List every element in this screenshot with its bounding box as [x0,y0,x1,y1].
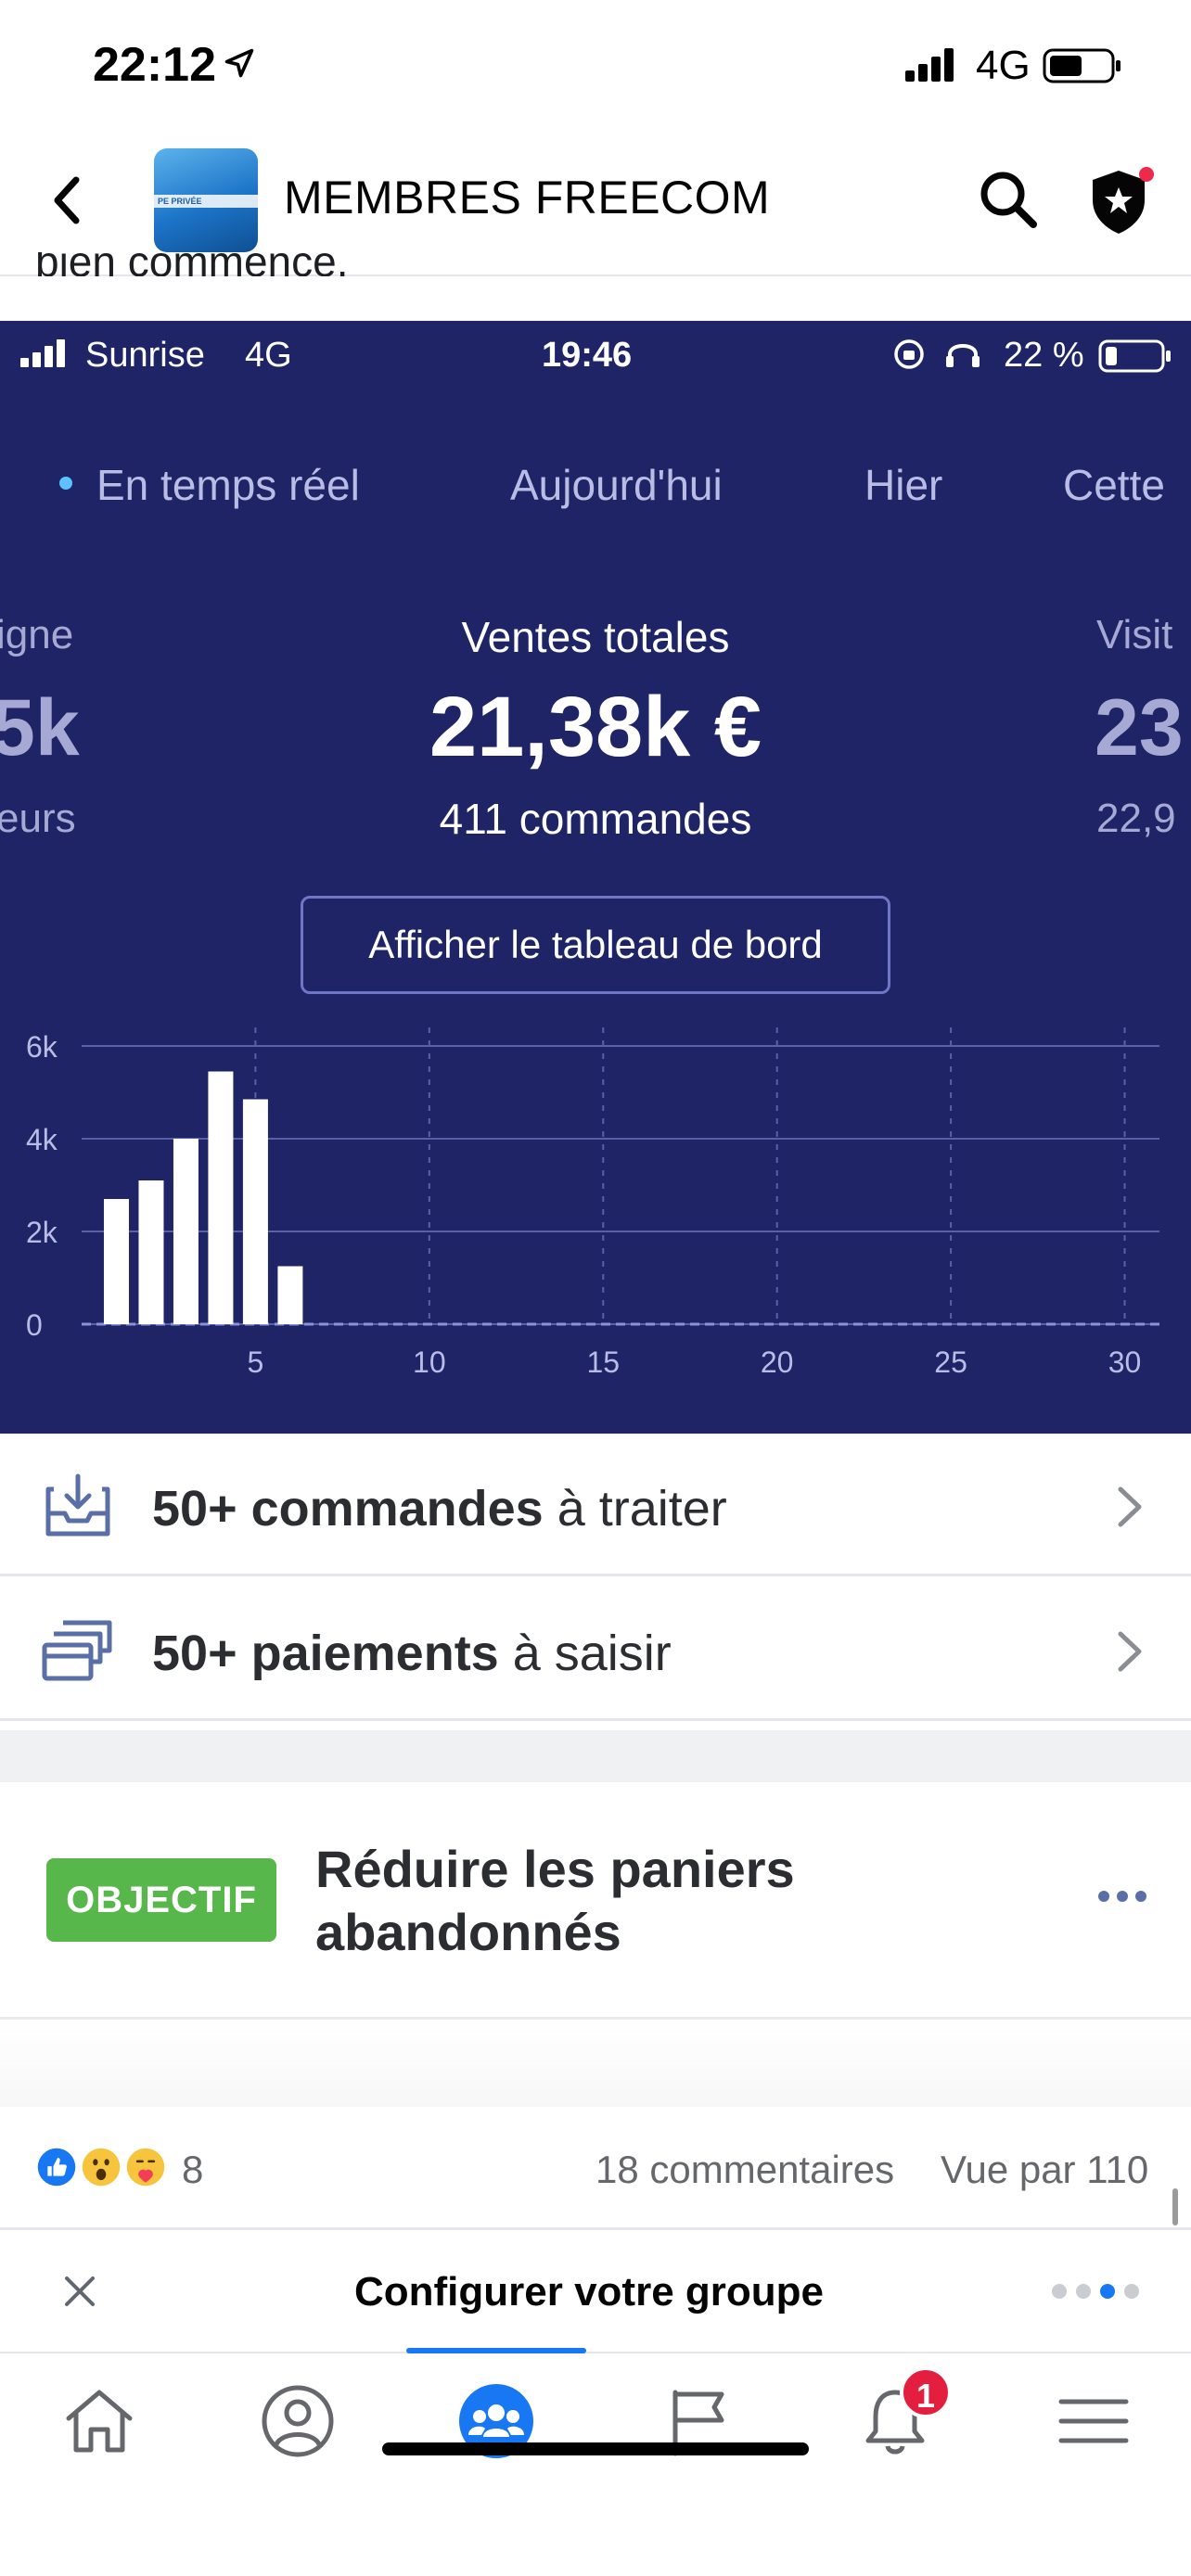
battery-icon [1043,48,1121,83]
chart-x-tick-label: 15 [586,1345,620,1379]
group-avatar-text: PE PRIVÉE [158,197,202,206]
payments-row-text: 50+ paiements à saisir [152,1626,672,1681]
right-metric-label: Visit [1096,612,1173,657]
embedded-carrier: Sunrise [85,336,205,375]
group-title[interactable]: MEMBRES FREECOM [284,171,770,224]
group-avatar[interactable]: PE PRIVÉE [154,148,258,252]
goal-badge: OBJECTIF [46,1858,276,1942]
chart-bar [242,1099,268,1324]
chart-x-tick-label: 30 [1108,1345,1142,1379]
wow-reaction-icon[interactable] [78,2144,124,2190]
image-bottom-fade [0,2020,1191,2107]
ios-status-bar: 22:12 4G [0,0,1191,130]
embedded-battery-icon [1098,339,1171,373]
back-arrow-icon[interactable] [45,172,91,228]
chart-x-tick-label: 10 [413,1345,446,1379]
period-tabs: En temps réel Aujourd'hui Hier Cette [0,460,1191,525]
tab-today[interactable]: Aujourd'hui [510,460,723,510]
orders-count: 411 commandes [439,795,752,843]
comments-count[interactable]: 18 commentaires [596,2148,894,2192]
reaction-count[interactable]: 8 [182,2148,203,2192]
reactions-bar: 8 18 commentaires Vue par 110 [0,2107,1191,2227]
chart-y-tick-label: 2k [26,1216,58,1249]
page-dots [1052,2284,1148,2303]
chart-bar [173,1139,198,1324]
page-dot [1052,2284,1067,2299]
chevron-right-icon [1118,1631,1142,1672]
chart-bar [208,1071,234,1324]
chart-bar [277,1266,303,1324]
home-indicator [382,2442,809,2455]
home-icon[interactable] [58,2379,141,2463]
menu-hamburger-icon[interactable] [1052,2379,1135,2463]
embedded-battery-text: 22 % [1004,336,1084,375]
view-dashboard-button[interactable]: Afficher le tableau de bord [301,896,890,994]
live-dot-icon [59,476,72,490]
payment-stack-icon [42,1620,112,1681]
embedded-lock-headphones-icon [894,339,980,369]
right-metric-value: 23 [1095,683,1184,772]
status-time: 22:12 [93,38,216,92]
active-tab-indicator [406,2348,586,2353]
profile-icon[interactable] [256,2379,339,2463]
like-reaction-icon[interactable] [33,2144,80,2190]
bottom-tab-bar: 1 [0,2348,1191,2576]
configure-group-title[interactable]: Configurer votre groupe [0,2269,1178,2315]
embedded-network: 4G [245,336,292,375]
status-network: 4G [976,43,1031,88]
goal-text: Réduire les paniers abandonnés [315,1840,795,1961]
post-text-clipped: bien commencé. [35,252,349,276]
total-sales-label: Ventes totales [461,613,730,661]
section-divider [0,1730,1191,1782]
chart-x-tick-label: 25 [934,1345,967,1379]
configure-group-banner[interactable]: Configurer votre groupe [0,2227,1191,2352]
inbox-tray-icon [45,1473,110,1537]
search-icon[interactable] [976,167,1041,232]
goal-card[interactable]: OBJECTIF Réduire les paniers abandonnés [0,1782,1191,2020]
right-metric-sub: 22,9 [1096,796,1176,841]
page-dot [1124,2284,1139,2299]
tab-this-period[interactable]: Cette [1063,460,1165,510]
chart-x-tick-label: 20 [761,1345,794,1379]
page-dot-active [1100,2284,1115,2299]
location-arrow-icon [224,48,254,78]
notification-badge: 1 [900,2366,952,2418]
payments-to-capture-row[interactable]: 50+ paiements à saisir [0,1578,1191,1721]
chart-y-tick-label: 4k [26,1123,58,1156]
chevron-right-icon [1118,1486,1142,1527]
chart-y-tick-label: 0 [26,1308,43,1342]
seen-by-count[interactable]: Vue par 110 [941,2148,1148,2192]
orders-to-process-row[interactable]: 50+ commandes à traiter [0,1434,1191,1576]
chart-bar [103,1199,129,1324]
chart-x-tick-label: 5 [248,1345,264,1379]
more-options-icon[interactable] [1095,1882,1150,1910]
scrollbar[interactable] [1172,2188,1178,2225]
admin-shield-icon[interactable] [1085,163,1159,237]
orders-row-text: 50+ commandes à traiter [152,1481,727,1537]
care-reaction-icon[interactable] [122,2144,169,2190]
total-sales-value: 21,38k € [429,680,762,774]
post-image-screenshot[interactable]: Sunrise 4G 19:46 22 % En temps réel Aujo… [0,321,1191,1434]
embedded-signal-icon [20,339,65,367]
sales-bar-chart: 0 2k 4k 6k 5 10 15 20 25 30 [26,1027,1159,1379]
tab-yesterday[interactable]: Hier [864,460,942,510]
chart-y-tick-label: 6k [26,1030,58,1064]
tab-realtime[interactable]: En temps réel [59,460,360,510]
signal-bars-icon [905,48,954,82]
page-dot [1076,2284,1091,2299]
embedded-time: 19:46 [542,336,633,375]
chart-bar [138,1180,164,1324]
